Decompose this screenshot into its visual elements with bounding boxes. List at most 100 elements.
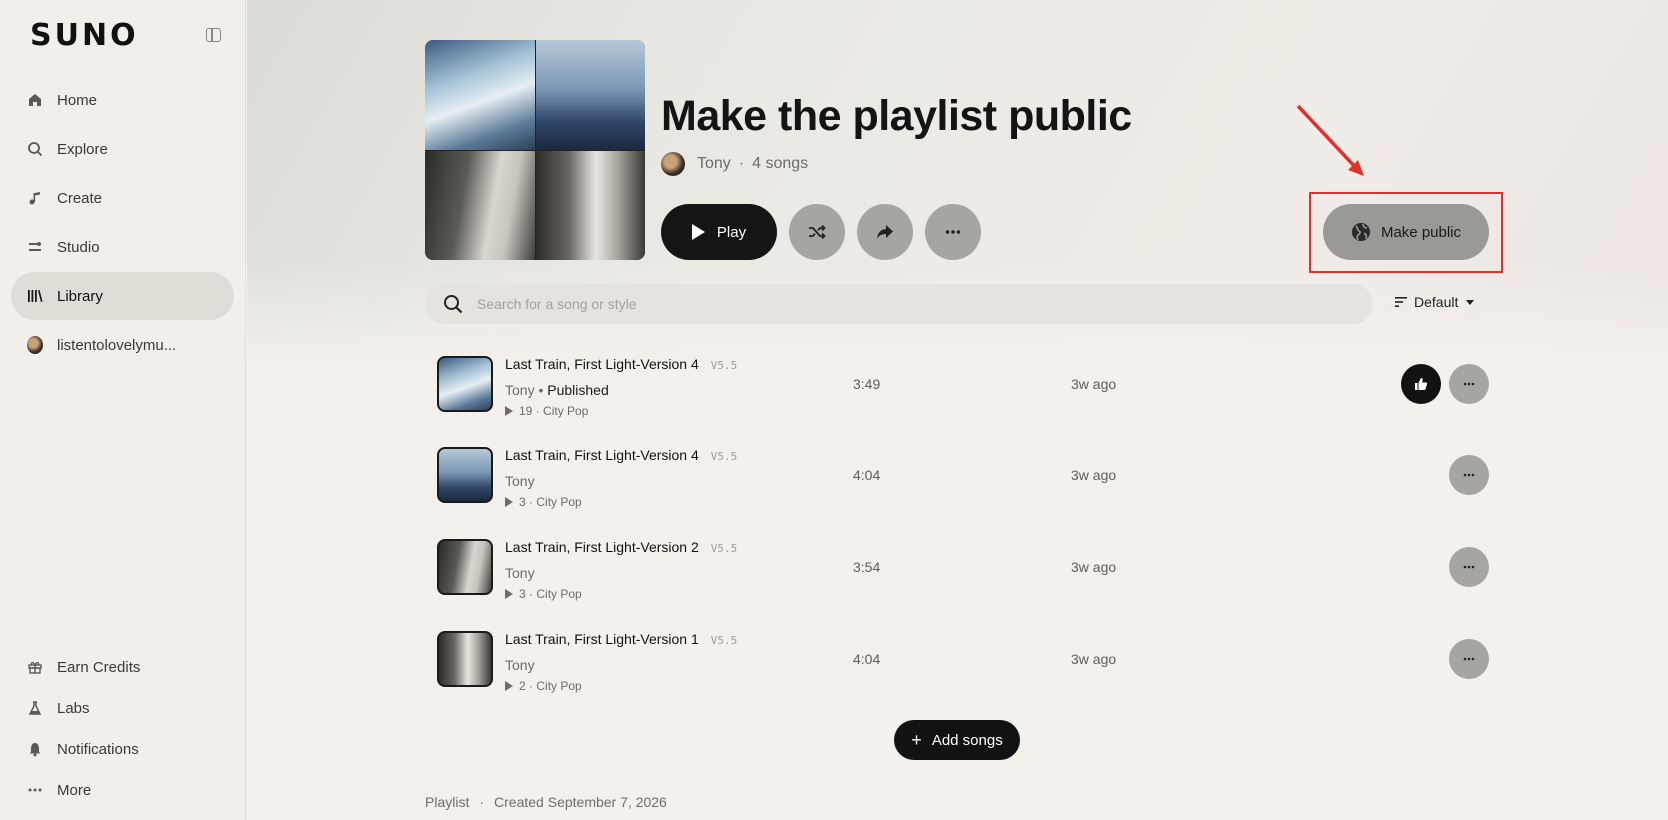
song-stats: 3 · City Pop	[505, 495, 582, 509]
sidebar-item-label: Library	[57, 287, 103, 305]
owner-name[interactable]: Tony	[697, 155, 731, 173]
sidebar-item-label: listentolovelymu...	[57, 336, 177, 354]
song-genre[interactable]: City Pop	[536, 495, 581, 509]
song-thumbnail[interactable]	[437, 447, 493, 503]
share-arrow-icon	[877, 225, 893, 239]
add-songs-label: Add songs	[931, 731, 1003, 749]
song-title[interactable]: Last Train, First Light-Version 4	[505, 447, 699, 463]
song-artist-line: Tony • Published	[505, 382, 609, 398]
bell-icon	[27, 741, 43, 757]
annotation-arrow	[1296, 104, 1364, 176]
play-count: 2	[519, 679, 526, 693]
share-button[interactable]	[857, 204, 913, 260]
song-artist[interactable]: Tony	[505, 657, 535, 673]
play-count-icon	[505, 589, 513, 599]
suno-logo[interactable]: SUNO	[30, 18, 139, 53]
sidebar-item-label: Labs	[57, 699, 90, 717]
song-more-button[interactable]	[1449, 547, 1489, 587]
song-age: 3w ago	[1071, 376, 1117, 392]
more-options-button[interactable]	[925, 204, 981, 260]
song-version: V5.5	[710, 542, 738, 555]
sidebar-item-studio[interactable]: Studio	[11, 223, 234, 271]
footer-separator: ·	[479, 794, 485, 810]
song-title[interactable]: Last Train, First Light-Version 4	[505, 356, 699, 372]
song-thumbnail[interactable]	[437, 356, 493, 412]
sidebar-item-more[interactable]: More	[11, 766, 234, 814]
cover-art-1	[425, 40, 535, 150]
song-genre[interactable]: City Pop	[536, 679, 581, 693]
song-search[interactable]	[425, 284, 1373, 324]
song-artist[interactable]: Tony	[505, 382, 535, 398]
song-artist[interactable]: Tony	[505, 473, 535, 489]
song-version: V5.5	[710, 359, 738, 372]
song-row[interactable]: Last Train, First Light-Version 2 V5.5 To…	[425, 519, 1495, 611]
home-icon	[27, 92, 43, 108]
playlist-title: Make the playlist public	[661, 92, 1132, 140]
song-more-button[interactable]	[1449, 364, 1489, 404]
like-button[interactable]	[1401, 364, 1441, 404]
song-more-button[interactable]	[1449, 639, 1489, 679]
more-dots-icon	[1463, 382, 1475, 386]
play-count: 3	[519, 495, 526, 509]
play-label: Play	[716, 223, 747, 241]
owner-avatar[interactable]	[661, 152, 685, 176]
song-stats: 19 · City Pop	[505, 404, 588, 418]
sidebar-item-label: More	[57, 781, 92, 799]
song-genre[interactable]: City Pop	[536, 587, 581, 601]
song-title-line: Last Train, First Light-Version 4 V5.5	[505, 447, 737, 463]
song-more-button[interactable]	[1449, 455, 1489, 495]
sidebar-item-label: Create	[57, 189, 103, 207]
sidebar-item-library[interactable]: Library	[11, 272, 234, 320]
song-artist[interactable]: Tony	[505, 565, 535, 581]
song-stats: 3 · City Pop	[505, 587, 582, 601]
song-title[interactable]: Last Train, First Light-Version 1	[505, 631, 699, 647]
search-icon	[444, 295, 463, 314]
song-thumbnail[interactable]	[437, 539, 493, 595]
shuffle-button[interactable]	[789, 204, 845, 260]
song-row[interactable]: Last Train, First Light-Version 4 V5.5 To…	[425, 336, 1495, 428]
avatar	[27, 336, 43, 354]
search-icon	[27, 141, 43, 157]
song-row[interactable]: Last Train, First Light-Version 4 V5.5 To…	[425, 427, 1495, 519]
sidebar: SUNO Home Explore Create Studio Library …	[0, 0, 246, 820]
flask-icon	[27, 700, 43, 716]
cover-art-2	[535, 40, 645, 150]
thumbs-up-icon	[1415, 378, 1428, 390]
add-songs-button[interactable]: + Add songs	[894, 720, 1020, 760]
play-count: 19	[519, 404, 533, 418]
plus-icon: +	[911, 729, 922, 750]
cover-art-3	[425, 150, 535, 260]
sort-dropdown[interactable]: Default	[1394, 294, 1475, 310]
make-public-button[interactable]: Make public	[1323, 204, 1489, 260]
play-button[interactable]: Play	[661, 204, 777, 260]
sidebar-item-profile[interactable]: listentolovelymu...	[11, 321, 234, 369]
sort-lines-icon	[1395, 297, 1407, 307]
published-status: Published	[547, 382, 609, 398]
song-title[interactable]: Last Train, First Light-Version 2	[505, 539, 699, 555]
song-stats: 2 · City Pop	[505, 679, 582, 693]
song-duration: 3:54	[853, 559, 881, 575]
shuffle-icon	[809, 224, 826, 240]
song-genre[interactable]: City Pop	[543, 404, 588, 418]
song-title-line: Last Train, First Light-Version 2 V5.5	[505, 539, 737, 555]
song-duration: 3:49	[853, 376, 881, 392]
sidebar-item-explore[interactable]: Explore	[11, 125, 234, 173]
song-title-line: Last Train, First Light-Version 4 V5.5	[505, 356, 737, 372]
song-row[interactable]: Last Train, First Light-Version 1 V5.5 To…	[425, 611, 1495, 703]
search-input[interactable]	[477, 296, 1277, 312]
play-count: 3	[519, 587, 526, 601]
sidebar-collapse-icon[interactable]	[206, 28, 221, 42]
library-icon	[27, 288, 43, 304]
playlist-meta: Tony · 4 songs	[661, 152, 808, 176]
sidebar-item-create[interactable]: Create	[11, 174, 234, 222]
footer-created: Created September 7, 2026	[494, 794, 667, 810]
sidebar-item-label: Earn Credits	[57, 658, 141, 676]
music-note-icon	[27, 190, 43, 206]
song-count: 4 songs	[752, 155, 809, 172]
song-thumbnail[interactable]	[437, 631, 493, 687]
sidebar-item-home[interactable]: Home	[11, 76, 234, 124]
more-dots-icon	[1463, 473, 1475, 477]
more-dots-icon	[27, 782, 43, 798]
song-version: V5.5	[710, 450, 738, 463]
playlist-cover	[425, 40, 645, 260]
